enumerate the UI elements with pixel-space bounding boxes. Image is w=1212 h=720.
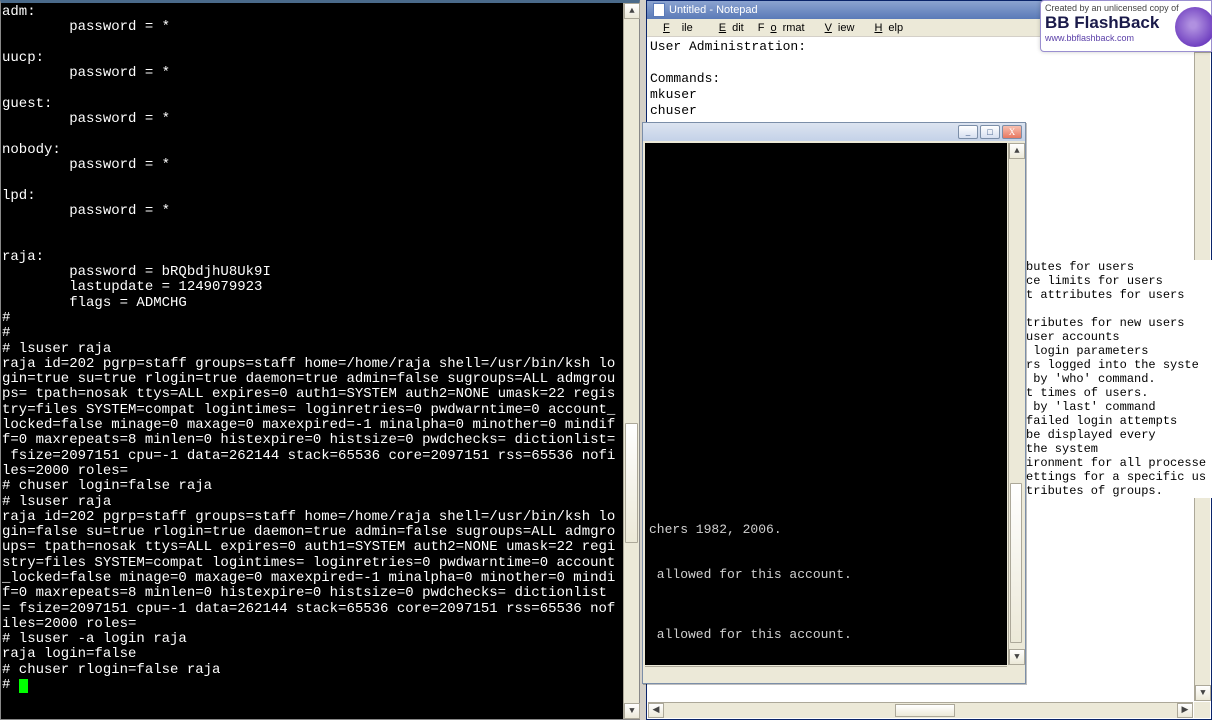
menu-edit[interactable]: Edit bbox=[707, 21, 750, 35]
notepad-hscroll[interactable]: ◀ ▶ bbox=[648, 702, 1193, 718]
scroll-right-icon[interactable]: ▶ bbox=[1177, 703, 1193, 718]
terminal-main-scrollbar[interactable]: ▲ ▼ bbox=[623, 3, 639, 719]
terminal-main-text: adm: password = * uucp: password = * gue… bbox=[2, 4, 615, 693]
scroll-down-icon[interactable]: ▼ bbox=[1009, 649, 1025, 665]
terminal-secondary-hscroll[interactable] bbox=[645, 666, 1007, 681]
menu-file[interactable]: File bbox=[651, 21, 705, 35]
menu-view[interactable]: View bbox=[813, 21, 861, 35]
terminal-secondary[interactable]: _ □ X chers 1982, 2006. allowed for this… bbox=[642, 122, 1026, 684]
notepad-icon bbox=[653, 3, 665, 17]
terminal-main-output: adm: password = * uucp: password = * gue… bbox=[1, 3, 623, 719]
minimize-button[interactable]: _ bbox=[958, 125, 978, 139]
notepad-resize-grip[interactable] bbox=[1194, 702, 1210, 718]
notepad-title-text: Untitled - Notepad bbox=[669, 4, 758, 16]
scroll-thumb[interactable] bbox=[1010, 483, 1022, 643]
terminal-main[interactable]: adm: password = * uucp: password = * gue… bbox=[0, 0, 640, 720]
scroll-thumb[interactable] bbox=[625, 423, 638, 543]
close-button[interactable]: X bbox=[1002, 125, 1022, 139]
menu-help[interactable]: Help bbox=[862, 21, 909, 35]
terminal-secondary-vscroll[interactable]: ▲ ▼ bbox=[1008, 143, 1023, 665]
scroll-down-icon[interactable]: ▼ bbox=[1195, 685, 1211, 701]
background-text-fragment: butes for users ce limits for users t at… bbox=[1026, 260, 1212, 498]
h-thumb[interactable] bbox=[895, 704, 955, 717]
scroll-up-icon[interactable]: ▲ bbox=[1009, 143, 1025, 159]
bb-flashback-watermark: Created by an unlicensed copy of BB Flas… bbox=[1040, 0, 1212, 52]
terminal-cursor bbox=[19, 679, 28, 693]
terminal-secondary-titlebar[interactable]: _ □ X bbox=[643, 123, 1025, 141]
scroll-down-icon[interactable]: ▼ bbox=[624, 703, 640, 719]
menu-format[interactable]: Format bbox=[752, 21, 811, 35]
scroll-left-icon[interactable]: ◀ bbox=[648, 703, 664, 718]
h-track[interactable] bbox=[664, 703, 1177, 718]
scroll-up-icon[interactable]: ▲ bbox=[624, 3, 640, 19]
watermark-swirl-icon bbox=[1175, 7, 1212, 47]
terminal-secondary-output: chers 1982, 2006. allowed for this accou… bbox=[645, 143, 1007, 665]
maximize-button[interactable]: □ bbox=[980, 125, 1000, 139]
